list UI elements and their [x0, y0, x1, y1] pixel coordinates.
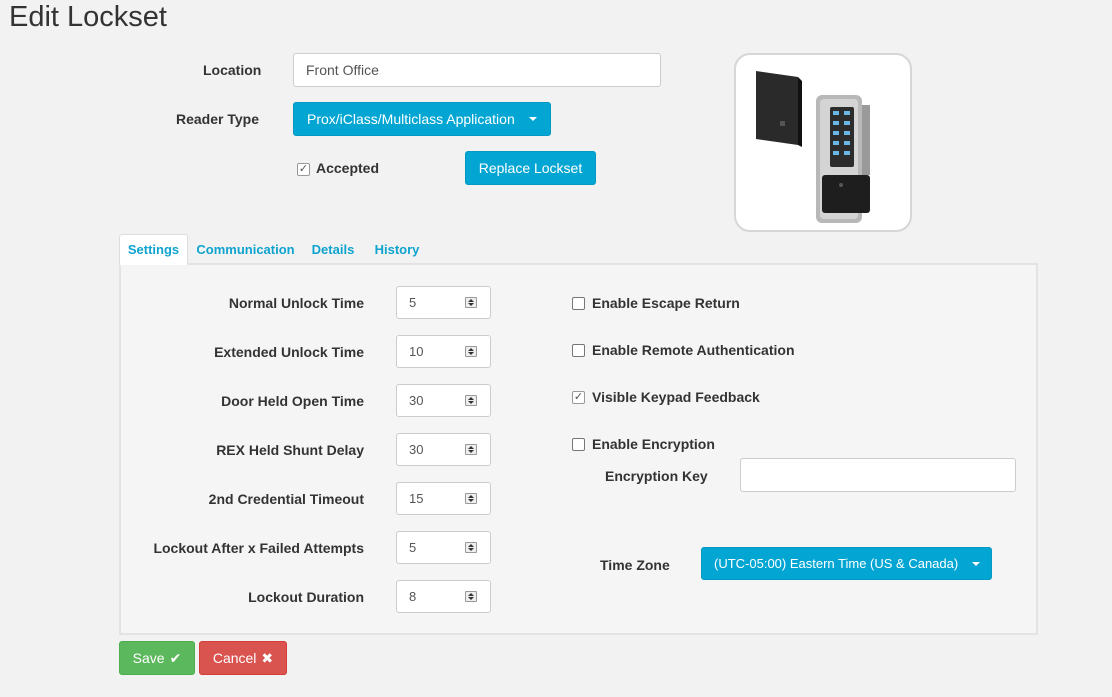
tab-settings-label: Settings — [127, 242, 180, 257]
close-icon: ✖ — [261, 649, 274, 666]
save-button[interactable]: Save ✔ — [119, 641, 195, 675]
tab-communication[interactable]: Communication — [192, 234, 299, 265]
normal-unlock-time-value: 5 — [409, 295, 417, 310]
page-title: Edit Lockset — [9, 1, 167, 33]
tab-details-label: Details — [311, 242, 355, 257]
door-held-open-time-value: 30 — [409, 393, 424, 408]
tab-history[interactable]: History — [372, 234, 422, 265]
accepted-checkbox[interactable]: ✓ — [297, 163, 310, 176]
reader-type-value: Prox/iClass/Multiclass Application — [307, 111, 515, 127]
door-held-open-time-label: Door Held Open Time — [221, 393, 364, 409]
enable-escape-return-checkbox[interactable] — [572, 297, 585, 310]
rex-held-shunt-delay-value: 30 — [409, 442, 424, 457]
accepted-label: Accepted — [316, 160, 380, 176]
visible-keypad-feedback-label: Visible Keypad Feedback — [592, 389, 760, 405]
normal-unlock-time-label: Normal Unlock Time — [228, 295, 364, 311]
time-zone-label: Time Zone — [600, 557, 670, 573]
cancel-label: Cancel — [212, 650, 257, 666]
enable-remote-authentication-checkbox[interactable] — [572, 344, 585, 357]
tab-communication-label: Communication — [196, 242, 295, 257]
lockout-duration-label: Lockout Duration — [248, 589, 364, 605]
chevron-down-icon — [972, 561, 981, 566]
save-label: Save — [132, 650, 165, 666]
spinner-icon[interactable] — [465, 444, 477, 455]
time-zone-dropdown[interactable]: (UTC-05:00) Eastern Time (US & Canada) — [701, 547, 992, 580]
enable-encryption-checkbox[interactable] — [572, 438, 585, 451]
time-zone-value: (UTC-05:00) Eastern Time (US & Canada) — [714, 556, 959, 571]
location-input[interactable]: Front Office — [293, 53, 661, 87]
second-credential-timeout-label: 2nd Credential Timeout — [208, 491, 364, 507]
extended-unlock-time-value: 10 — [409, 344, 424, 359]
settings-panel: Normal Unlock Time 5 Extended Unlock Tim… — [119, 263, 1038, 635]
encryption-key-label: Encryption Key — [605, 468, 708, 484]
spinner-icon[interactable] — [465, 493, 477, 504]
cancel-button[interactable]: Cancel ✖ — [199, 641, 287, 675]
spinner-icon[interactable] — [465, 395, 477, 406]
rex-held-shunt-delay-input[interactable]: 30 — [396, 433, 491, 466]
lockout-after-failed-attempts-input[interactable]: 5 — [396, 531, 491, 564]
lockout-duration-input[interactable]: 8 — [396, 580, 491, 613]
chevron-down-icon — [528, 117, 537, 121]
spinner-icon[interactable] — [465, 591, 477, 602]
check-icon: ✔ — [169, 649, 182, 666]
lockout-after-failed-attempts-label: Lockout After x Failed Attempts — [153, 540, 364, 556]
reader-type-dropdown[interactable]: Prox/iClass/Multiclass Application — [293, 102, 551, 136]
extended-unlock-time-input[interactable]: 10 — [396, 335, 491, 368]
enable-encryption-label: Enable Encryption — [592, 436, 715, 452]
encryption-key-input[interactable] — [740, 458, 1016, 492]
location-label: Location — [203, 62, 262, 78]
spinner-icon[interactable] — [465, 297, 477, 308]
door-held-open-time-input[interactable]: 30 — [396, 384, 491, 417]
spinner-icon[interactable] — [465, 542, 477, 553]
tab-settings[interactable]: Settings — [119, 234, 188, 265]
enable-escape-return-label: Enable Escape Return — [592, 295, 740, 311]
lockset-illustration — [756, 71, 870, 223]
normal-unlock-time-input[interactable]: 5 — [396, 286, 491, 319]
location-value: Front Office — [306, 62, 379, 78]
tab-details[interactable]: Details — [308, 234, 358, 265]
reader-type-label: Reader Type — [176, 111, 259, 127]
extended-unlock-time-label: Extended Unlock Time — [214, 344, 364, 360]
lockset-product-image — [734, 53, 912, 232]
replace-lockset-label: Replace Lockset — [478, 160, 583, 176]
checkmark-icon: ✓ — [298, 163, 309, 175]
tab-history-label: History — [374, 242, 420, 257]
visible-keypad-feedback-checkbox[interactable]: ✓ — [572, 391, 585, 404]
enable-remote-authentication-label: Enable Remote Authentication — [592, 342, 795, 358]
checkmark-icon: ✓ — [573, 391, 584, 403]
second-credential-timeout-input[interactable]: 15 — [396, 482, 491, 515]
lockout-duration-value: 8 — [409, 589, 417, 604]
spinner-icon[interactable] — [465, 346, 477, 357]
rex-held-shunt-delay-label: REX Held Shunt Delay — [216, 442, 364, 458]
lockout-after-failed-attempts-value: 5 — [409, 540, 417, 555]
replace-lockset-button[interactable]: Replace Lockset — [465, 151, 596, 185]
second-credential-timeout-value: 15 — [409, 491, 424, 506]
